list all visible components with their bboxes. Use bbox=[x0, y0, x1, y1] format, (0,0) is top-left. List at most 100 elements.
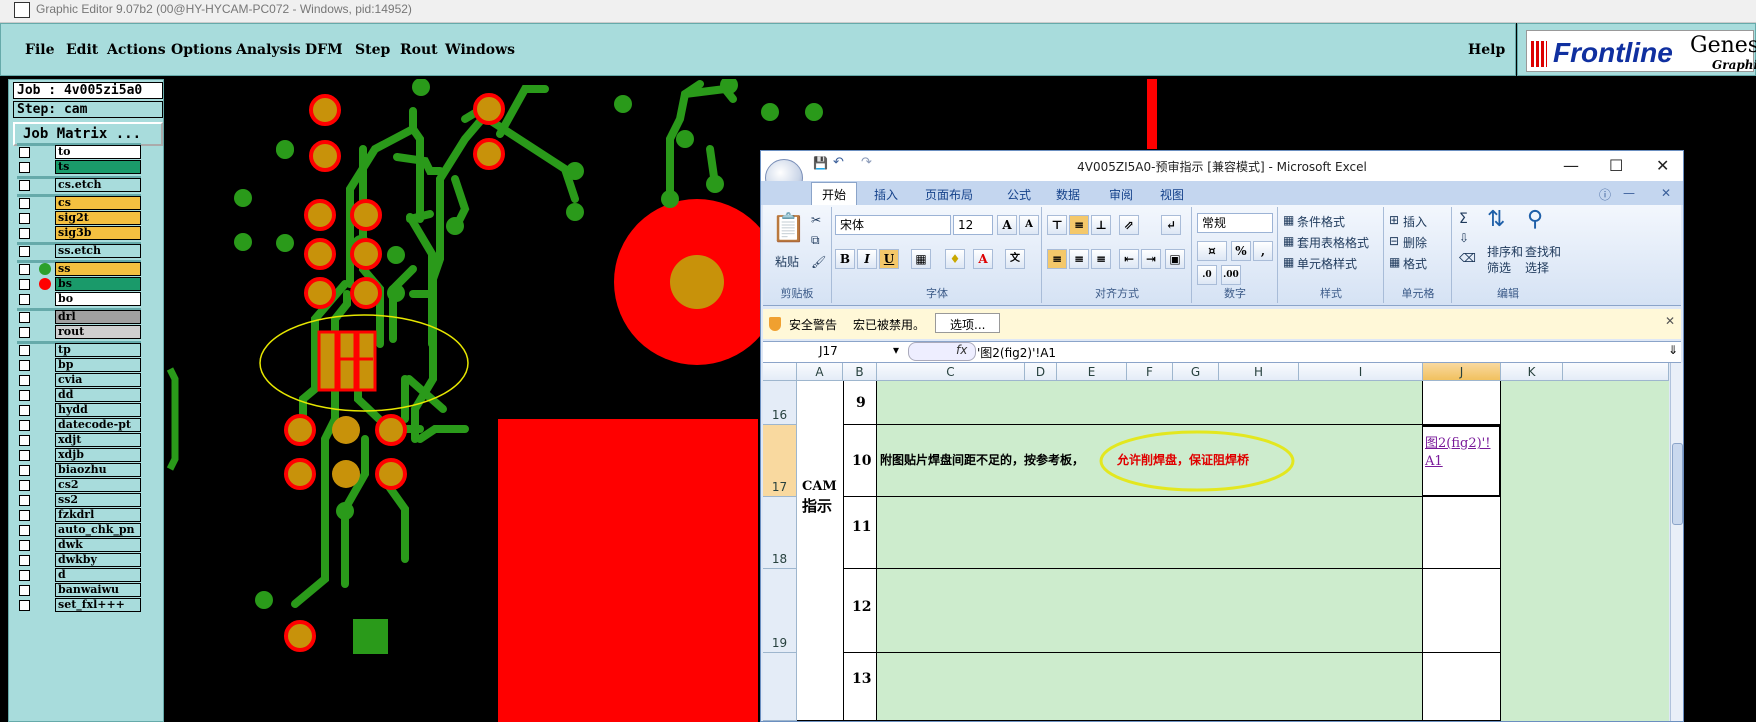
layer-name[interactable]: bs bbox=[55, 277, 141, 291]
fill-icon[interactable]: ⇩ bbox=[1459, 231, 1469, 245]
column-header[interactable]: B bbox=[843, 363, 877, 381]
maximize-icon[interactable]: ☐ bbox=[1609, 156, 1623, 175]
layer-name[interactable]: dd bbox=[55, 388, 141, 402]
tab-formulas[interactable]: 公式 bbox=[1007, 186, 1031, 203]
redo-icon[interactable]: ↷ bbox=[861, 155, 872, 170]
instruction-cell[interactable] bbox=[877, 569, 1423, 653]
cell-styles-icon[interactable]: ▦ bbox=[1283, 255, 1294, 269]
layer-row[interactable]: fzkdrl bbox=[17, 508, 141, 523]
increase-decimal-icon[interactable]: .0 bbox=[1197, 265, 1217, 285]
paste-icon[interactable]: 📋 bbox=[771, 211, 806, 244]
layer-checkbox[interactable] bbox=[19, 360, 30, 371]
layer-checkbox[interactable] bbox=[19, 390, 30, 401]
instruction-cell[interactable] bbox=[877, 497, 1423, 569]
layer-checkbox[interactable] bbox=[19, 279, 30, 290]
layer-row[interactable]: rout bbox=[17, 325, 141, 340]
scroll-thumb[interactable] bbox=[1672, 443, 1683, 525]
layer-name[interactable]: sig2t bbox=[55, 211, 141, 225]
layer-checkbox[interactable] bbox=[19, 294, 30, 305]
layer-name[interactable]: auto_chk_pn bbox=[55, 523, 141, 537]
menu-file[interactable]: File bbox=[25, 42, 54, 58]
menu-options[interactable]: Options bbox=[171, 42, 232, 58]
layer-row[interactable]: bo bbox=[17, 292, 141, 307]
increase-indent-icon[interactable]: ⇥ bbox=[1141, 249, 1161, 269]
layer-name[interactable]: ss.etch bbox=[55, 244, 141, 258]
cell-j[interactable] bbox=[1423, 569, 1501, 653]
column-header[interactable]: K bbox=[1501, 363, 1563, 381]
layer-checkbox[interactable] bbox=[19, 510, 30, 521]
layer-row[interactable]: ss2 bbox=[17, 493, 141, 508]
security-close-icon[interactable]: ✕ bbox=[1665, 314, 1675, 328]
layer-name[interactable]: xdjb bbox=[55, 448, 141, 462]
italic-icon[interactable]: I bbox=[857, 249, 877, 269]
column-header-selected[interactable]: J bbox=[1423, 363, 1501, 381]
select-all-corner[interactable] bbox=[763, 363, 797, 381]
align-center-icon[interactable]: ≡ bbox=[1069, 249, 1089, 269]
layer-row[interactable]: d bbox=[17, 568, 141, 583]
comma-button[interactable]: , bbox=[1253, 241, 1273, 261]
layer-checkbox[interactable] bbox=[19, 435, 30, 446]
copy-icon[interactable]: ⧉ bbox=[811, 233, 820, 248]
cell-j[interactable] bbox=[1423, 653, 1501, 721]
layer-checkbox[interactable] bbox=[19, 465, 30, 476]
column-header[interactable]: F bbox=[1127, 363, 1173, 381]
security-options-button[interactable]: 选项... bbox=[935, 313, 1001, 333]
layer-row[interactable]: tp bbox=[17, 343, 141, 358]
cell-b[interactable]: 13 bbox=[843, 653, 877, 721]
menu-actions[interactable]: Actions bbox=[107, 42, 166, 58]
sort-filter-label[interactable]: 排序和 bbox=[1487, 243, 1523, 260]
tab-view[interactable]: 视图 bbox=[1160, 186, 1184, 203]
cell-j[interactable] bbox=[1423, 497, 1501, 569]
layer-name[interactable]: cs.etch bbox=[55, 178, 141, 192]
layer-row[interactable]: sig2t bbox=[17, 211, 141, 226]
row-header[interactable]: 18 bbox=[763, 497, 797, 569]
layer-checkbox[interactable] bbox=[19, 246, 30, 257]
layer-checkbox[interactable] bbox=[19, 162, 30, 173]
number-format-combo[interactable]: 常规 bbox=[1197, 213, 1273, 233]
phonetic-icon[interactable]: 文 bbox=[1005, 249, 1025, 269]
layer-row[interactable]: xdjt bbox=[17, 433, 141, 448]
tab-insert[interactable]: 插入 bbox=[874, 186, 898, 203]
fill-color-icon[interactable]: ♦ bbox=[945, 249, 965, 269]
percent-button[interactable]: % bbox=[1231, 241, 1251, 261]
undo-icon[interactable]: ↶ bbox=[833, 155, 844, 170]
layer-row[interactable]: cvia bbox=[17, 373, 141, 388]
layer-checkbox[interactable] bbox=[19, 405, 30, 416]
cell-j[interactable] bbox=[1423, 381, 1501, 425]
font-color-icon[interactable]: A bbox=[973, 249, 993, 269]
find-select-label[interactable]: 查找和 bbox=[1525, 243, 1561, 260]
layer-checkbox[interactable] bbox=[19, 264, 30, 275]
menu-analysis[interactable]: Analysis bbox=[236, 42, 301, 58]
layer-name[interactable]: bp bbox=[55, 358, 141, 372]
bold-icon[interactable]: B bbox=[835, 249, 855, 269]
layer-name[interactable]: bo bbox=[55, 292, 141, 306]
save-icon[interactable]: 💾 bbox=[813, 156, 828, 170]
cell-a-merged[interactable]: CAM 指示 bbox=[797, 381, 844, 721]
underline-icon[interactable]: U bbox=[879, 249, 899, 269]
layer-name[interactable]: drl bbox=[55, 310, 141, 324]
column-header[interactable]: C bbox=[877, 363, 1025, 381]
layer-name[interactable]: datecode-pt bbox=[55, 418, 141, 432]
layer-row[interactable]: xdjb bbox=[17, 448, 141, 463]
layer-name[interactable]: cvia bbox=[55, 373, 141, 387]
worksheet-grid[interactable]: A B C D E F G H I J K 16 17 18 19 CAM 指示… bbox=[763, 363, 1669, 721]
layer-checkbox[interactable] bbox=[19, 525, 30, 536]
decrease-decimal-icon[interactable]: .00 bbox=[1221, 265, 1241, 285]
layer-name[interactable]: xdjt bbox=[55, 433, 141, 447]
layer-checkbox[interactable] bbox=[19, 600, 30, 611]
layer-row[interactable]: drl bbox=[17, 310, 141, 325]
layer-checkbox[interactable] bbox=[19, 312, 30, 323]
column-header[interactable]: H bbox=[1219, 363, 1299, 381]
layer-name[interactable]: to bbox=[55, 145, 141, 159]
tab-data[interactable]: 数据 bbox=[1056, 186, 1080, 203]
layer-checkbox[interactable] bbox=[19, 570, 30, 581]
orientation-icon[interactable]: ⇗ bbox=[1119, 215, 1139, 235]
cut-icon[interactable]: ✂ bbox=[811, 213, 821, 227]
layer-checkbox[interactable] bbox=[19, 420, 30, 431]
layer-checkbox[interactable] bbox=[19, 375, 30, 386]
cell-k-area[interactable] bbox=[1501, 381, 1669, 721]
layer-row[interactable]: sig3b bbox=[17, 226, 141, 241]
menu-edit[interactable]: Edit bbox=[66, 42, 98, 58]
insert-cells-button[interactable]: 插入 bbox=[1403, 213, 1427, 230]
clear-icon[interactable]: ⌫ bbox=[1459, 251, 1476, 265]
